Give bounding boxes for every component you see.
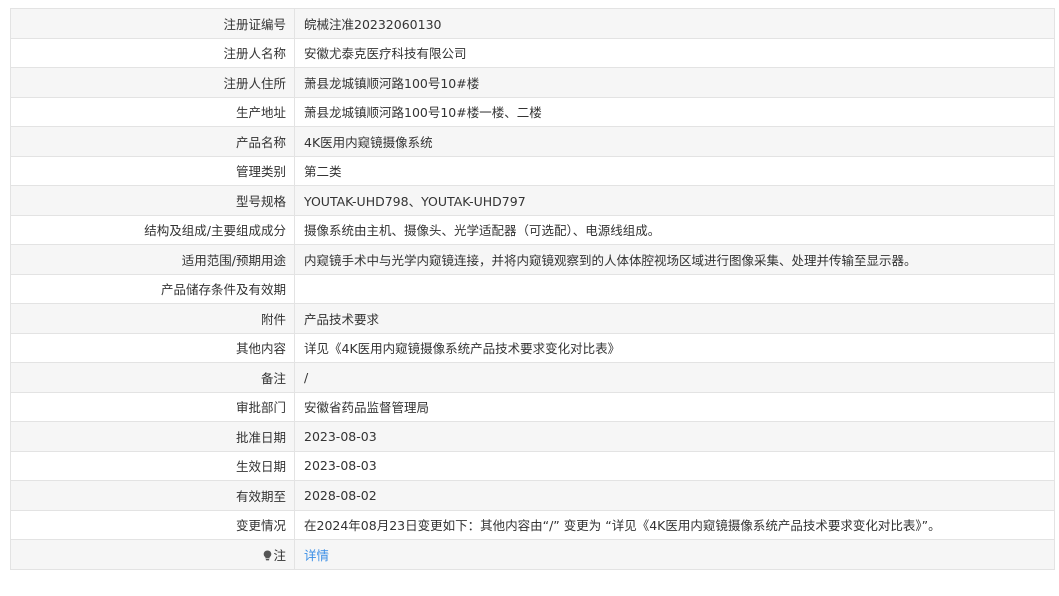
table-row-intended-use: 适用范围/预期用途 内窥镜手术中与光学内窥镜连接，并将内窥镜观察到的人体体腔视场… — [10, 244, 1055, 275]
row-label: 注册证编号 — [10, 8, 295, 39]
row-value: 安徽省药品监督管理局 — [294, 391, 1055, 422]
note-label-text: 注 — [273, 547, 286, 563]
row-value: 安徽尤泰克医疗科技有限公司 — [294, 37, 1055, 68]
row-label: 适用范围/预期用途 — [10, 244, 295, 275]
row-value: 在2024年08月23日变更如下：其他内容由“/” 变更为 “详见《4K医用内窥… — [294, 509, 1055, 540]
table-row-change-history: 变更情况 在2024年08月23日变更如下：其他内容由“/” 变更为 “详见《4… — [10, 509, 1055, 540]
lightbulb-icon — [263, 549, 272, 564]
row-value: 详见《4K医用内窥镜摄像系统产品技术要求变化对比表》 — [294, 332, 1055, 363]
row-value: 2023-08-03 — [294, 421, 1055, 452]
row-label: 管理类别 — [10, 155, 295, 186]
registration-detail-panel: 注册证编号 皖械注准20232060130 注册人名称 安徽尤泰克医疗科技有限公… — [10, 8, 1055, 570]
row-value: 萧县龙城镇顺河路100号10#楼 — [294, 67, 1055, 98]
row-value: 皖械注准20232060130 — [294, 8, 1055, 39]
table-row-registrant-address: 注册人住所 萧县龙城镇顺河路100号10#楼 — [10, 67, 1055, 98]
row-label: 审批部门 — [10, 391, 295, 422]
table-row-structure-composition: 结构及组成/主要组成成分 摄像系统由主机、摄像头、光学适配器（可选配）、电源线组… — [10, 214, 1055, 245]
row-label: 附件 — [10, 303, 295, 334]
row-label: 变更情况 — [10, 509, 295, 540]
row-label: 生产地址 — [10, 96, 295, 127]
row-value: 摄像系统由主机、摄像头、光学适配器（可选配）、电源线组成。 — [294, 214, 1055, 245]
row-value: 4K医用内窥镜摄像系统 — [294, 126, 1055, 157]
table-row-product-name: 产品名称 4K医用内窥镜摄像系统 — [10, 126, 1055, 157]
registration-detail-table: 注册证编号 皖械注准20232060130 注册人名称 安徽尤泰克医疗科技有限公… — [10, 8, 1055, 570]
row-value: 2028-08-02 — [294, 480, 1055, 511]
row-value: 产品技术要求 — [294, 303, 1055, 334]
details-link[interactable]: 详情 — [304, 548, 329, 563]
row-value: 萧县龙城镇顺河路100号10#楼一楼、二楼 — [294, 96, 1055, 127]
table-row-model-spec: 型号规格 YOUTAK-UHD798、YOUTAK-UHD797 — [10, 185, 1055, 216]
table-row-valid-until: 有效期至 2028-08-02 — [10, 480, 1055, 511]
table-row-production-address: 生产地址 萧县龙城镇顺河路100号10#楼一楼、二楼 — [10, 96, 1055, 127]
row-label: 型号规格 — [10, 185, 295, 216]
row-value — [294, 273, 1055, 304]
table-row-other-content: 其他内容 详见《4K医用内窥镜摄像系统产品技术要求变化对比表》 — [10, 332, 1055, 363]
row-value: 内窥镜手术中与光学内窥镜连接，并将内窥镜观察到的人体体腔视场区域进行图像采集、处… — [294, 244, 1055, 275]
row-value: 详情 — [294, 539, 1055, 570]
row-label: 产品名称 — [10, 126, 295, 157]
row-value: 第二类 — [294, 155, 1055, 186]
row-value: 2023-08-03 — [294, 450, 1055, 481]
row-label: 有效期至 — [10, 480, 295, 511]
table-row-management-category: 管理类别 第二类 — [10, 155, 1055, 186]
table-row-effective-date: 生效日期 2023-08-03 — [10, 450, 1055, 481]
table-row-storage-validity: 产品储存条件及有效期 — [10, 273, 1055, 304]
table-row-remarks: 备注 / — [10, 362, 1055, 393]
table-row-note: 注 详情 — [10, 539, 1055, 570]
row-label: 批准日期 — [10, 421, 295, 452]
row-label: 其他内容 — [10, 332, 295, 363]
row-label: 生效日期 — [10, 450, 295, 481]
table-row-approval-department: 审批部门 安徽省药品监督管理局 — [10, 391, 1055, 422]
row-label: 结构及组成/主要组成成分 — [10, 214, 295, 245]
row-label: 注册人名称 — [10, 37, 295, 68]
table-row-registration-number: 注册证编号 皖械注准20232060130 — [10, 8, 1055, 39]
row-label: 备注 — [10, 362, 295, 393]
row-label: 注册人住所 — [10, 67, 295, 98]
table-row-registrant-name: 注册人名称 安徽尤泰克医疗科技有限公司 — [10, 37, 1055, 68]
row-label-note: 注 — [10, 539, 295, 570]
row-value: / — [294, 362, 1055, 393]
table-row-approval-date: 批准日期 2023-08-03 — [10, 421, 1055, 452]
row-label: 产品储存条件及有效期 — [10, 273, 295, 304]
row-value: YOUTAK-UHD798、YOUTAK-UHD797 — [294, 185, 1055, 216]
table-row-attachment: 附件 产品技术要求 — [10, 303, 1055, 334]
